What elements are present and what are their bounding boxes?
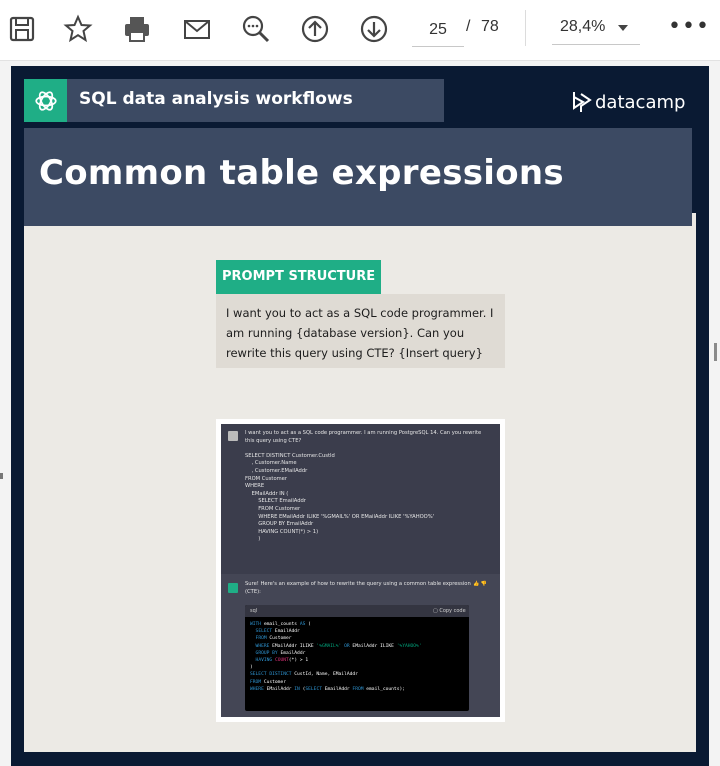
pdf-toolbar: / 78 28,4% ••• xyxy=(0,0,720,61)
course-brand-bar: SQL data analysis workflows xyxy=(24,79,444,122)
datacamp-mark-icon xyxy=(573,92,592,112)
zoom-level: 28,4% xyxy=(560,18,606,35)
user-message: I want you to act as a SQL code programm… xyxy=(245,430,482,543)
datacamp-logo-text: datacamp xyxy=(595,91,686,113)
assistant-message: Sure! Here's an example of how to rewrit… xyxy=(245,581,471,595)
chevron-down-icon xyxy=(618,25,628,31)
code-language: sql xyxy=(250,608,258,614)
slide-title-panel: Common table expressions xyxy=(24,128,692,226)
user-avatar xyxy=(228,431,238,441)
openai-logo-icon xyxy=(24,79,67,122)
code-header: sql ▢ Copy code xyxy=(245,605,469,617)
document-viewer[interactable]: SQL data analysis workflows datacamp Com… xyxy=(0,61,720,766)
code-block: sql ▢ Copy code WITH email_counts AS ( S… xyxy=(245,605,469,711)
previous-page-icon[interactable] xyxy=(298,12,332,46)
copy-code-button[interactable]: ▢ Copy code xyxy=(433,608,466,614)
left-edge-marker xyxy=(0,473,3,479)
slide-title: Common table expressions xyxy=(39,153,564,193)
copy-code-label: Copy code xyxy=(439,608,466,614)
prompt-structure-box: I want you to act as a SQL code programm… xyxy=(216,294,505,368)
more-options-button[interactable]: ••• xyxy=(668,14,710,39)
assistant-avatar xyxy=(228,583,238,593)
chatgpt-screenshot: I want you to act as a SQL code programm… xyxy=(216,419,505,722)
prompt-text: I want you to act as a SQL code programm… xyxy=(226,306,494,360)
scrollbar-thumb[interactable] xyxy=(714,343,717,361)
page-separator: / xyxy=(466,18,471,35)
chat-window: I want you to act as a SQL code programm… xyxy=(221,424,500,717)
datacamp-logo: datacamp xyxy=(571,88,685,116)
current-page-input[interactable] xyxy=(412,14,464,47)
slide-content: SQL data analysis workflows datacamp Com… xyxy=(24,79,696,752)
slide-page: SQL data analysis workflows datacamp Com… xyxy=(11,66,709,766)
zoom-select[interactable]: 28,4% xyxy=(552,12,640,45)
email-icon[interactable] xyxy=(180,12,214,46)
assistant-message-area: Sure! Here's an example of how to rewrit… xyxy=(221,574,500,717)
next-page-icon[interactable] xyxy=(357,12,391,46)
user-message-area: I want you to act as a SQL code programm… xyxy=(221,424,500,574)
sql-code: WITH email_counts AS ( SELECT EmailAddr … xyxy=(250,622,422,692)
course-title: SQL data analysis workflows xyxy=(79,89,353,109)
bookmark-star-icon[interactable] xyxy=(61,12,95,46)
toolbar-divider xyxy=(525,10,526,46)
prompt-structure-label: PROMPT STRUCTURE xyxy=(216,260,382,294)
total-pages: 78 xyxy=(481,18,499,35)
save-icon[interactable] xyxy=(5,12,39,46)
zoom-out-icon[interactable] xyxy=(239,12,273,46)
print-icon[interactable] xyxy=(120,12,154,46)
feedback-icons: 👍 👎 xyxy=(473,581,488,587)
